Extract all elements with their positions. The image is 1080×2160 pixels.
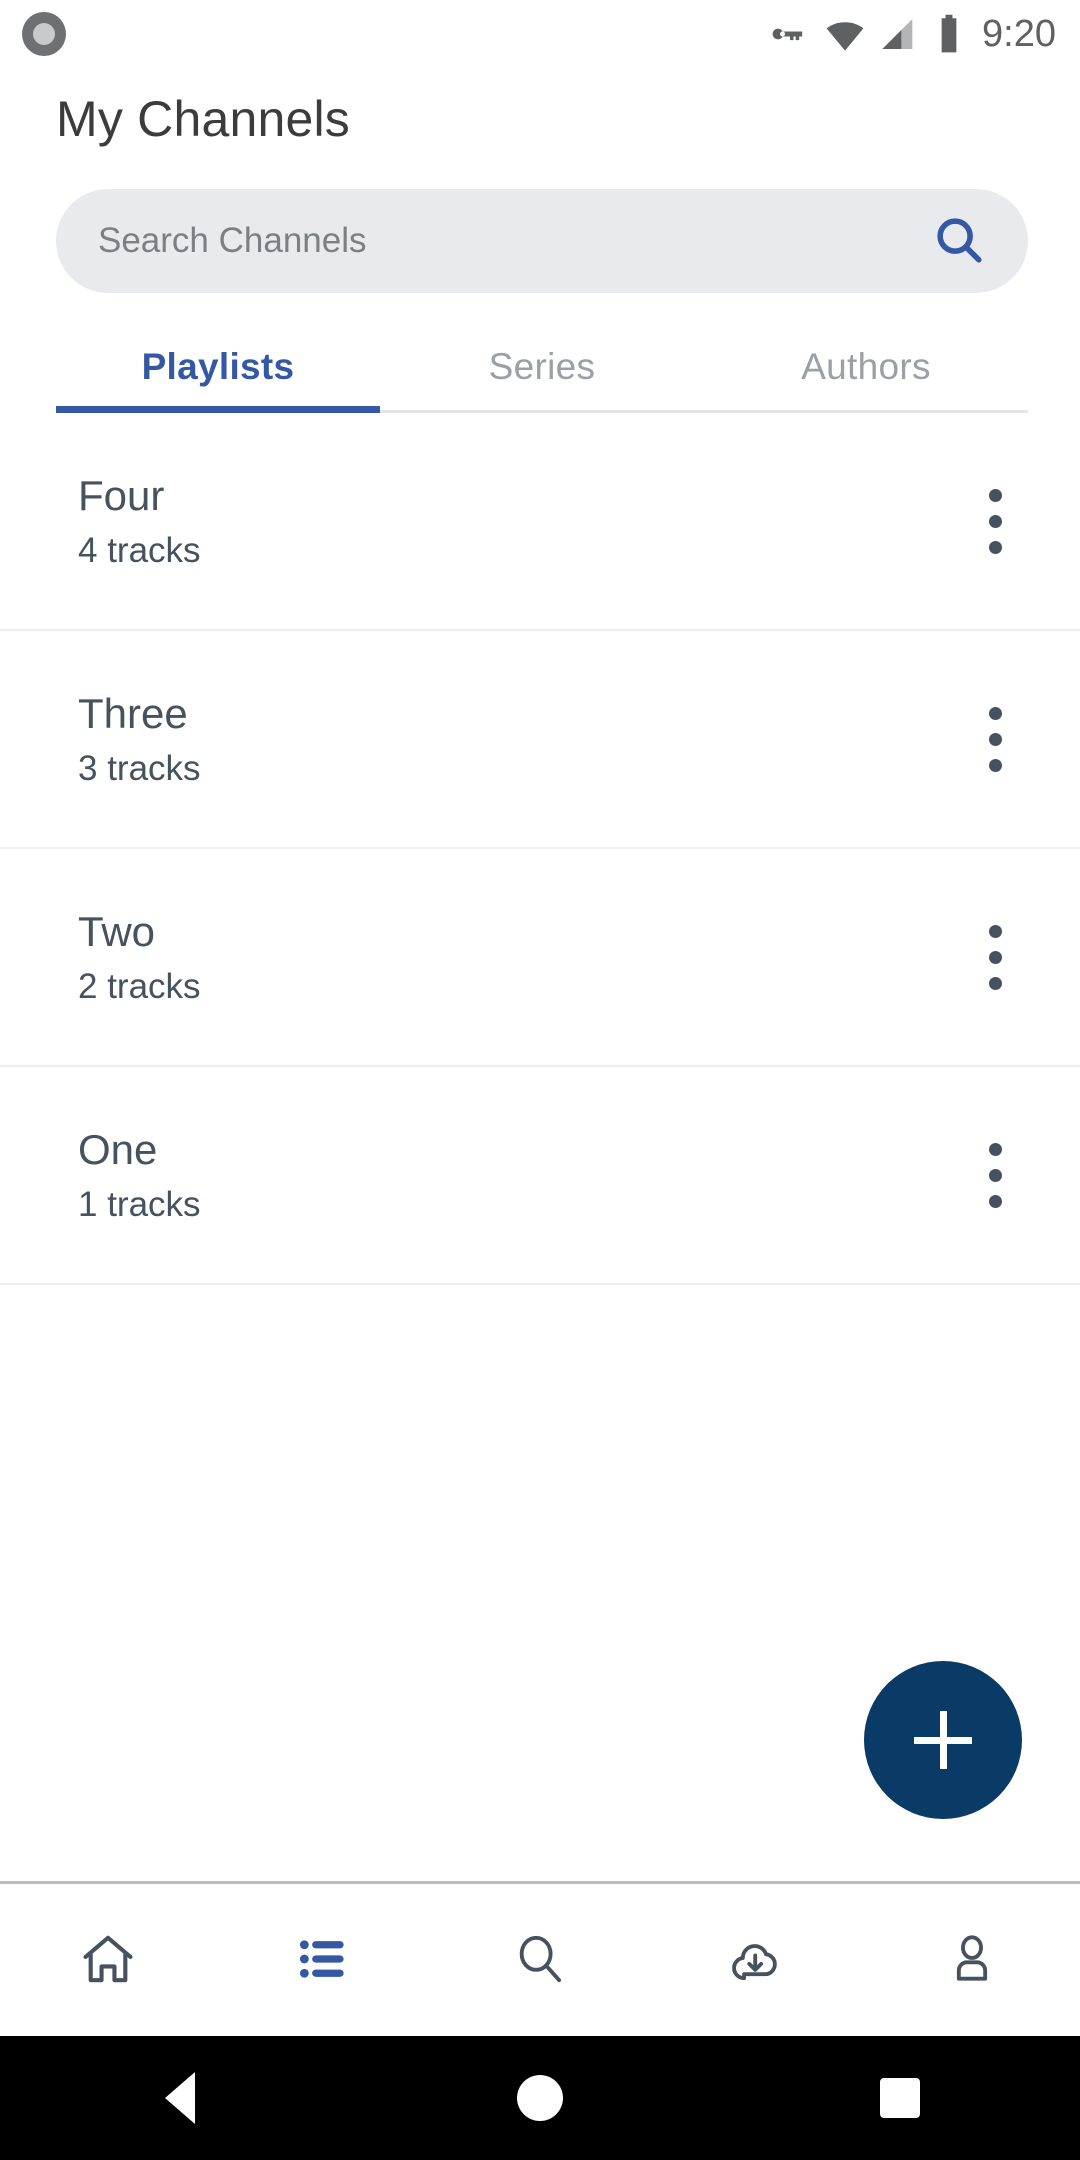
home-circle-icon — [517, 2075, 563, 2121]
person-icon — [941, 1928, 1003, 1993]
list-item-title: Four — [78, 471, 165, 519]
status-time: 9:20 — [982, 13, 1056, 55]
status-bar-left — [22, 12, 66, 56]
list-icon — [293, 1928, 355, 1993]
nav-item-home[interactable] — [0, 1884, 216, 2036]
content-spacer — [0, 1285, 1080, 1881]
nav-item-profile[interactable] — [864, 1884, 1080, 2036]
status-bar: 9:20 — [0, 0, 1080, 68]
plus-icon — [914, 1711, 972, 1769]
playlist-list: Four 4 tracks Three 3 tracks Two 2 track… — [0, 413, 1080, 1285]
list-item-text: One 1 tracks — [78, 1125, 940, 1224]
list-item-text: Three 3 tracks — [78, 689, 940, 788]
record-circle-icon — [22, 12, 66, 56]
battery-icon — [932, 13, 966, 55]
tab-series[interactable]: Series — [380, 345, 704, 410]
kebab-dot — [988, 488, 1002, 502]
list-item[interactable]: Four 4 tracks — [0, 413, 1080, 631]
list-item-subtitle: 1 tracks — [78, 1184, 201, 1224]
search-icon — [509, 1928, 571, 1993]
kebab-dot — [988, 1142, 1002, 1156]
list-item-text: Four 4 tracks — [78, 471, 940, 570]
vpn-key-icon — [771, 14, 811, 54]
list-item-title: Three — [78, 689, 188, 737]
list-item[interactable]: Two 2 tracks — [0, 849, 1080, 1067]
list-item-subtitle: 4 tracks — [78, 530, 201, 570]
kebab-dot — [988, 1194, 1002, 1208]
kebab-dot — [988, 514, 1002, 528]
list-item[interactable]: Three 3 tracks — [0, 631, 1080, 849]
tab-playlists[interactable]: Playlists — [56, 345, 380, 413]
search-section — [56, 189, 1028, 293]
kebab-dot — [988, 924, 1002, 938]
kebab-dot — [988, 706, 1002, 720]
kebab-dot — [988, 758, 1002, 772]
page-title: My Channels — [56, 91, 350, 147]
wifi-icon — [824, 13, 866, 55]
nav-item-my-channels[interactable] — [216, 1884, 432, 2036]
kebab-dot — [988, 950, 1002, 964]
bottom-navigation — [0, 1881, 1080, 2036]
search-submit-button[interactable] — [928, 210, 990, 272]
more-vertical-icon[interactable] — [940, 1120, 1050, 1230]
kebab-dot — [988, 1168, 1002, 1182]
search-bar[interactable] — [56, 189, 1028, 293]
list-item-subtitle: 2 tracks — [78, 966, 201, 1006]
android-recents-button[interactable] — [720, 2036, 1080, 2160]
tab-bar: Playlists Series Authors — [56, 345, 1028, 413]
tab-series-label: Series — [488, 346, 596, 387]
kebab-dot — [988, 976, 1002, 990]
tab-authors[interactable]: Authors — [704, 345, 1028, 410]
more-vertical-icon[interactable] — [940, 902, 1050, 1012]
list-item-title: One — [78, 1125, 158, 1173]
list-item-subtitle: 3 tracks — [78, 748, 201, 788]
more-vertical-icon[interactable] — [940, 684, 1050, 794]
cloud-download-icon — [725, 1928, 787, 1993]
nav-item-search[interactable] — [432, 1884, 648, 2036]
tab-playlists-label: Playlists — [141, 346, 295, 387]
search-icon — [930, 211, 988, 272]
status-bar-right: 9:20 — [771, 0, 1056, 68]
android-home-button[interactable] — [360, 2036, 720, 2160]
kebab-dot — [988, 540, 1002, 554]
kebab-dot — [988, 732, 1002, 746]
add-playlist-fab[interactable] — [864, 1661, 1022, 1819]
home-icon — [77, 1928, 139, 1993]
back-triangle-icon — [165, 2072, 195, 2124]
android-navigation-bar — [0, 2036, 1080, 2160]
list-item[interactable]: One 1 tracks — [0, 1067, 1080, 1285]
list-item-title: Two — [78, 907, 156, 955]
app-screen: 9:20 My Channels Playlists Series — [0, 0, 1080, 2160]
cell-signal-icon — [879, 14, 919, 54]
list-item-text: Two 2 tracks — [78, 907, 940, 1006]
nav-item-downloads[interactable] — [648, 1884, 864, 2036]
android-back-button[interactable] — [0, 2036, 360, 2160]
tab-authors-label: Authors — [801, 346, 931, 387]
recents-square-icon — [880, 2078, 920, 2118]
search-input[interactable] — [98, 221, 928, 261]
more-vertical-icon[interactable] — [940, 466, 1050, 576]
